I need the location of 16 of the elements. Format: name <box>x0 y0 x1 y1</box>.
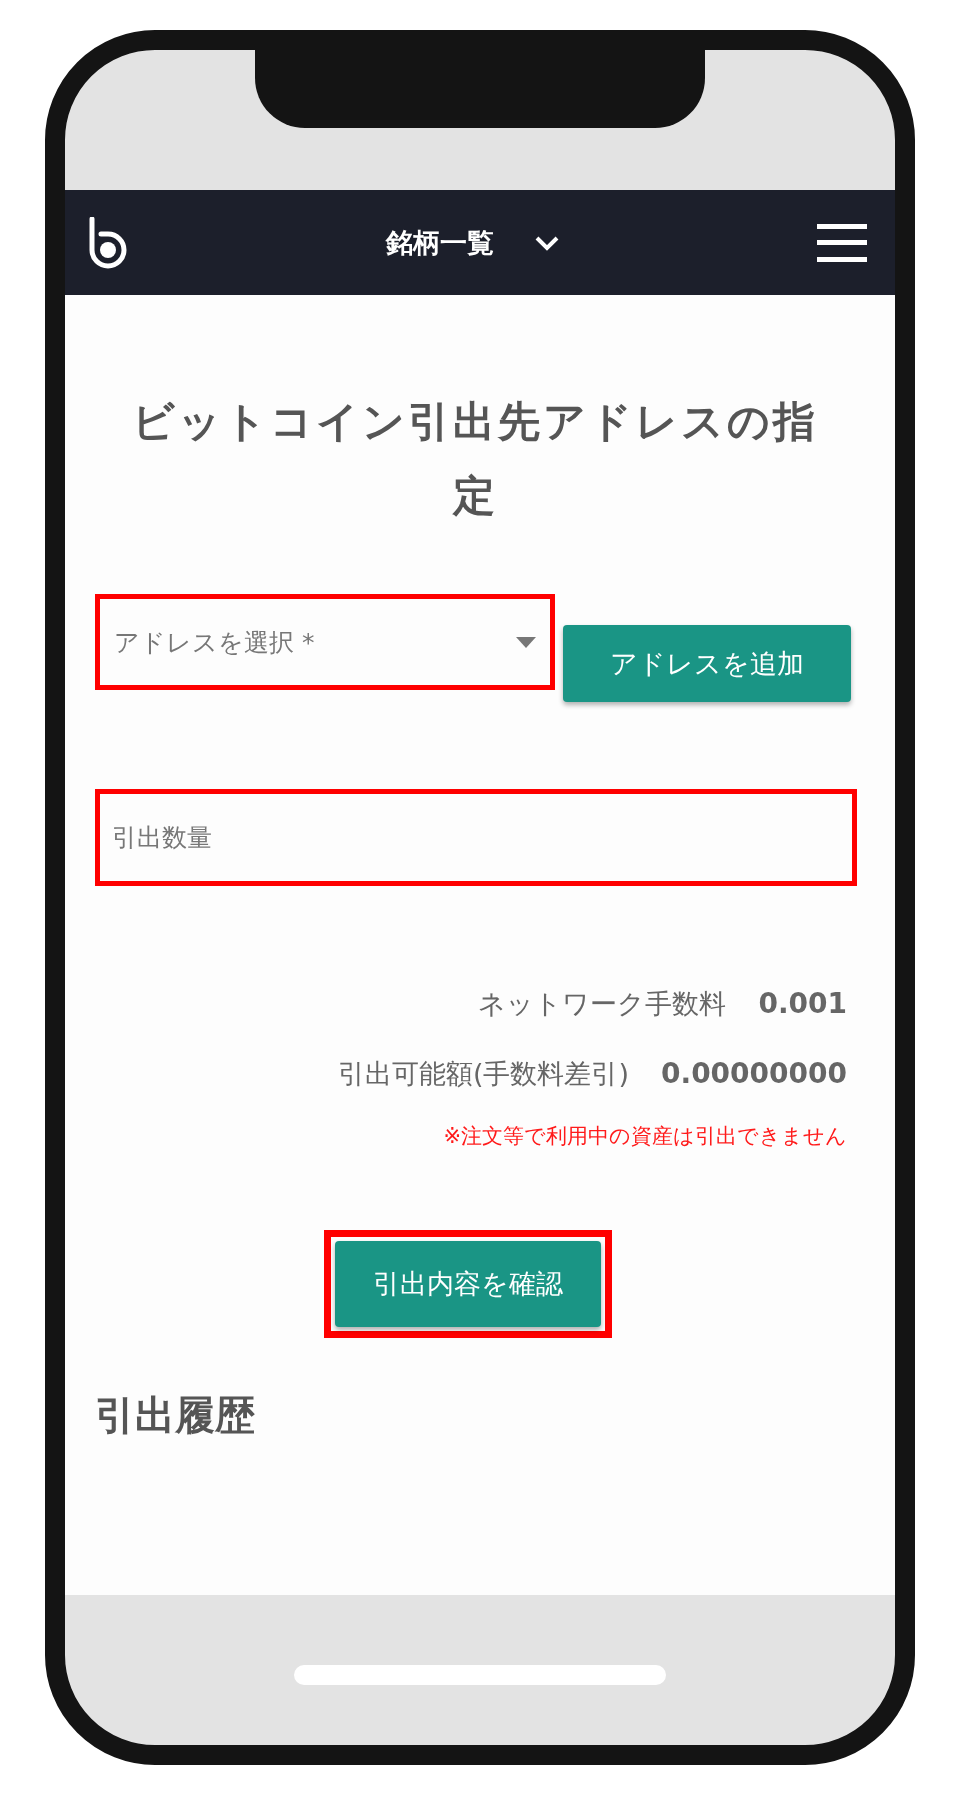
summary-label: 引出可能額(手数料差引) <box>337 1057 629 1091</box>
add-address-button[interactable]: アドレスを追加 <box>563 625 851 702</box>
summary-value: 0.00000000 <box>661 1057 847 1090</box>
summary-value: 0.001 <box>758 987 847 1020</box>
summary-label: ネットワーク手数料 <box>478 987 727 1021</box>
logo-icon <box>87 216 129 269</box>
market-list-dropdown[interactable]: 銘柄一覧 <box>380 223 566 262</box>
section-heading: 引出履歴 <box>95 1391 256 1440</box>
address-select-field[interactable]: アドレスを選択 * <box>95 594 555 690</box>
confirm-button[interactable]: 引出内容を確認 <box>335 1241 601 1327</box>
chevron-down-icon <box>534 234 560 251</box>
dropdown-caret-icon <box>516 636 536 648</box>
menu-icon[interactable] <box>817 223 867 262</box>
notice-text: ※注文等で利用中の資産は引出できません <box>443 1123 848 1150</box>
amount-input-field[interactable]: 引出数量 <box>95 789 857 886</box>
page-title: ビットコイン引出先アドレスの指定 <box>131 396 819 522</box>
